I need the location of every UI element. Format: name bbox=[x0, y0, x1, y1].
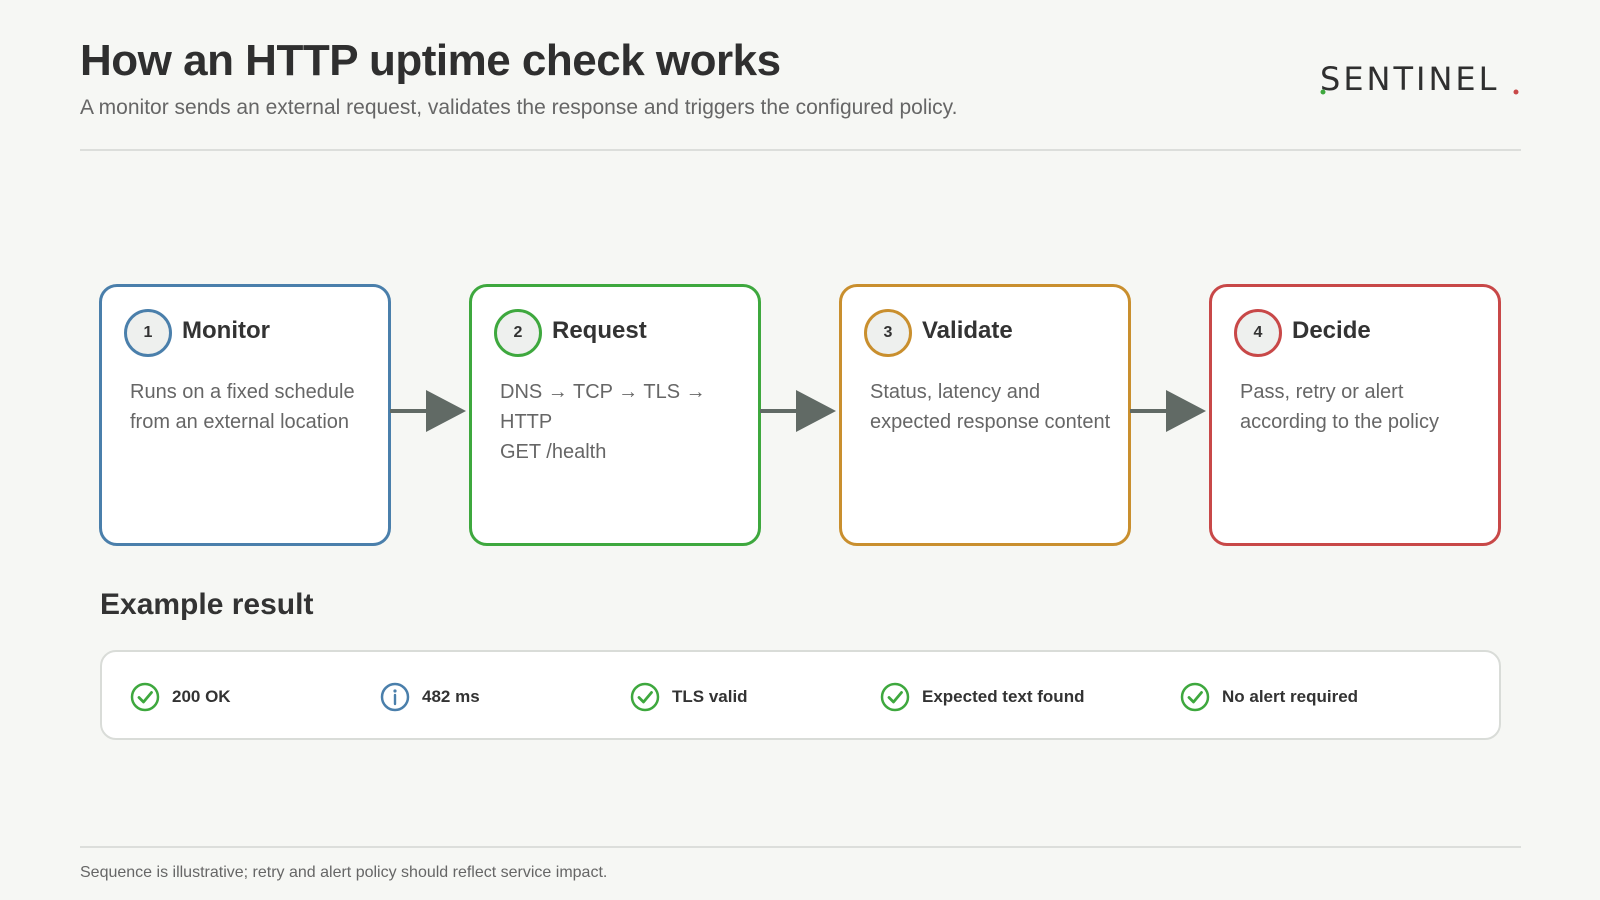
result-item-latency: 482 ms bbox=[380, 682, 480, 712]
step-description-line: Status, latency and bbox=[870, 381, 1041, 403]
check-circle-icon bbox=[1180, 682, 1210, 712]
result-item-status: 200 OK bbox=[130, 682, 231, 712]
footer-divider bbox=[80, 846, 1521, 848]
step-number-badge: 2 bbox=[494, 309, 542, 357]
step-description: Pass, retry or alert according to the po… bbox=[1240, 377, 1502, 437]
check-circle-icon bbox=[630, 682, 660, 712]
step-title: Monitor bbox=[182, 317, 270, 344]
info-circle-icon bbox=[380, 682, 410, 712]
result-item-alert: No alert required bbox=[1180, 682, 1358, 712]
step-flow: 1 Monitor Runs on a fixed schedule from … bbox=[0, 284, 1600, 548]
step-description-line: expected response content bbox=[870, 411, 1111, 433]
step-description: Runs on a fixed schedule from an externa… bbox=[130, 377, 392, 437]
step-description-line: GET /health bbox=[500, 441, 607, 463]
result-text: TLS valid bbox=[672, 687, 748, 706]
check-circle-icon bbox=[880, 682, 910, 712]
step-description-line: DNS → TCP → TLS → HTTP bbox=[500, 381, 706, 433]
result-text: 482 ms bbox=[422, 687, 480, 706]
step-card-monitor: 1 Monitor Runs on a fixed schedule from … bbox=[99, 284, 391, 546]
sentinel-logo: SENTINEL bbox=[1320, 60, 1519, 98]
result-text: No alert required bbox=[1222, 687, 1359, 706]
example-result-heading: Example result bbox=[100, 588, 314, 621]
step-card-request: 2 Request DNS → TCP → TLS → HTTP GET /he… bbox=[469, 284, 761, 546]
step-description-line: Pass, retry or alert bbox=[1240, 381, 1404, 403]
logo-dot-red bbox=[1513, 89, 1519, 95]
step-title: Decide bbox=[1292, 317, 1371, 344]
step-description-line: from an external location bbox=[130, 411, 350, 433]
arrow-right-icon bbox=[390, 390, 466, 432]
step-title: Request bbox=[552, 317, 647, 344]
step-description: Status, latency and expected response co… bbox=[870, 377, 1132, 437]
header-divider bbox=[80, 149, 1521, 151]
step-description: DNS → TCP → TLS → HTTP GET /health bbox=[500, 377, 762, 467]
step-number-badge: 1 bbox=[124, 309, 172, 357]
example-result-panel: 200 OK 482 ms TLS valid Expected text fo… bbox=[100, 650, 1501, 740]
result-text: 200 OK bbox=[172, 687, 231, 706]
step-card-decide: 4 Decide Pass, retry or alert according … bbox=[1209, 284, 1501, 546]
page: How an HTTP uptime check works A monitor… bbox=[0, 0, 1600, 900]
arrow-right-icon bbox=[1130, 390, 1206, 432]
page-subtitle: A monitor sends an external request, val… bbox=[80, 96, 958, 119]
logo-dot-green bbox=[1320, 89, 1326, 95]
check-circle-icon bbox=[130, 682, 160, 712]
result-text: Expected text found bbox=[922, 687, 1085, 706]
step-card-validate: 3 Validate Status, latency and expected … bbox=[839, 284, 1131, 546]
result-item-tls: TLS valid bbox=[630, 682, 748, 712]
result-item-content: Expected text found bbox=[880, 682, 1084, 712]
step-description-line: according to the policy bbox=[1240, 411, 1440, 433]
logo-text: SENTINEL bbox=[1320, 60, 1499, 98]
step-number-badge: 3 bbox=[864, 309, 912, 357]
page-title: How an HTTP uptime check works bbox=[80, 36, 781, 85]
arrow-right-icon bbox=[760, 390, 836, 432]
step-description-line: Runs on a fixed schedule bbox=[130, 381, 355, 403]
step-title: Validate bbox=[922, 317, 1013, 344]
footnote: Sequence is illustrative; retry and aler… bbox=[80, 864, 608, 881]
step-number-badge: 4 bbox=[1234, 309, 1282, 357]
